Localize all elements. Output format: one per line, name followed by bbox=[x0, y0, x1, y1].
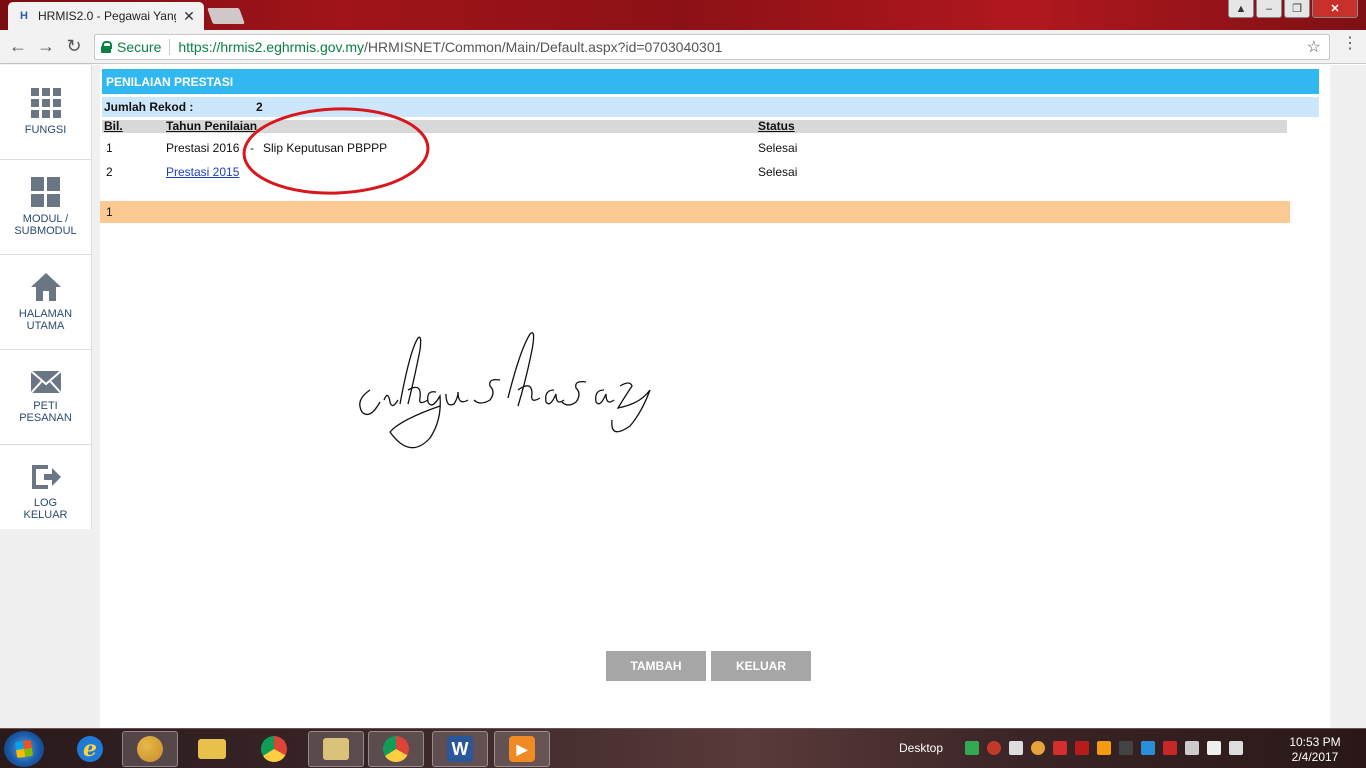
windows-taskbar: e W ▶ Desktop 10:53 PM 2/4/2017 bbox=[0, 728, 1366, 768]
taskbar-paint[interactable] bbox=[122, 731, 178, 767]
app-tray-icon[interactable] bbox=[1119, 741, 1133, 755]
notification-icon[interactable] bbox=[987, 741, 1001, 755]
browser-tab[interactable]: H HRMIS2.0 - Pegawai Yang ✕ bbox=[8, 2, 204, 30]
sidebar: FUNGSI MODUL / SUBMODUL HALAMAN UTAMA PE… bbox=[0, 65, 92, 540]
sidebar-item-label: UTAMA bbox=[26, 320, 65, 332]
grid-icon bbox=[30, 88, 61, 118]
app-tray-icon[interactable] bbox=[1097, 741, 1111, 755]
start-button[interactable] bbox=[4, 731, 44, 767]
sidebar-item-label: FUNGSI bbox=[24, 124, 67, 136]
internet-explorer-icon: e bbox=[77, 736, 103, 762]
clock[interactable]: 10:53 PM 2/4/2017 bbox=[1280, 735, 1350, 765]
clock-time: 10:53 PM bbox=[1289, 735, 1341, 749]
url-path: /HRMISNET/Common/Main/Default.aspx?id=07… bbox=[364, 39, 723, 55]
desktop-toolbar-label[interactable]: Desktop bbox=[899, 741, 943, 755]
lock-icon bbox=[101, 41, 112, 53]
taskbar-files[interactable] bbox=[308, 731, 364, 767]
row-status: Selesai bbox=[758, 165, 798, 179]
app-tray-icon[interactable] bbox=[1075, 741, 1089, 755]
word-icon: W bbox=[447, 736, 473, 762]
media-player-icon: ▶ bbox=[509, 736, 535, 762]
volume-icon[interactable] bbox=[1229, 741, 1243, 755]
sidebar-background bbox=[0, 529, 92, 728]
sidebar-item-halaman-utama[interactable]: HALAMAN UTAMA bbox=[0, 255, 91, 350]
hrmis-favicon-icon: H bbox=[20, 10, 28, 22]
browser-titlebar: H HRMIS2.0 - Pegawai Yang ✕ ▲ – ❐ ✕ bbox=[0, 0, 1366, 30]
tambah-button[interactable]: TAMBAH bbox=[606, 651, 706, 681]
taskbar-ie[interactable]: e bbox=[62, 731, 118, 767]
sidebar-item-label: HALAMAN bbox=[18, 308, 73, 320]
sidebar-item-label: KELUAR bbox=[23, 509, 68, 521]
pager-page-1[interactable]: 1 bbox=[106, 205, 113, 219]
sidebar-item-label: LOG bbox=[33, 497, 58, 509]
logout-icon bbox=[31, 465, 61, 489]
row-tahun-link[interactable]: Prestasi 2015 bbox=[166, 165, 239, 179]
column-header-status[interactable]: Status bbox=[754, 120, 1287, 133]
row-bil: 1 bbox=[106, 141, 113, 155]
page-gutter bbox=[92, 65, 100, 728]
profile-icon[interactable]: ▲ bbox=[1228, 0, 1254, 18]
row-status: Selesai bbox=[758, 141, 798, 155]
keluar-button[interactable]: KELUAR bbox=[711, 651, 811, 681]
browser-menu-icon[interactable]: ⋮ bbox=[1342, 36, 1358, 52]
chrome-icon bbox=[261, 736, 287, 762]
sidebar-item-label: SUBMODUL bbox=[14, 225, 77, 237]
row-bil: 2 bbox=[106, 165, 113, 179]
app-tray-icon[interactable] bbox=[1053, 741, 1067, 755]
bookmark-star-icon[interactable]: ☆ bbox=[1307, 37, 1321, 57]
app-tray-icon[interactable] bbox=[1163, 741, 1177, 755]
sidebar-item-peti-pesanan[interactable]: PETI PESANAN bbox=[0, 350, 91, 445]
forward-icon[interactable]: → bbox=[32, 36, 60, 57]
clock-date: 2/4/2017 bbox=[1291, 750, 1339, 764]
maximize-icon[interactable]: ❐ bbox=[1284, 0, 1310, 18]
back-icon[interactable]: ← bbox=[4, 36, 32, 57]
system-tray bbox=[965, 741, 1243, 755]
secure-label: Secure bbox=[117, 39, 162, 55]
chrome-tray-icon[interactable] bbox=[1031, 741, 1045, 755]
section-title: PENILAIAN PRESTASI bbox=[102, 69, 1319, 94]
minimize-icon[interactable]: – bbox=[1256, 0, 1282, 18]
divider bbox=[169, 39, 171, 55]
taskbar-chrome-active[interactable] bbox=[368, 731, 424, 767]
sidebar-item-fungsi[interactable]: FUNGSI bbox=[0, 65, 91, 160]
tab-title: HRMIS2.0 - Pegawai Yang bbox=[38, 9, 176, 23]
browser-toolbar: ← → ↻ Secure https://hrmis2.eghrmis.gov.… bbox=[0, 30, 1366, 64]
home-icon bbox=[30, 273, 61, 301]
window-controls: ▲ – ❐ ✕ bbox=[1228, 0, 1358, 18]
signal-icon[interactable] bbox=[1009, 741, 1023, 755]
sidebar-item-modul[interactable]: MODUL / SUBMODUL bbox=[0, 160, 91, 255]
folder-icon bbox=[198, 739, 226, 759]
taskbar-word[interactable]: W bbox=[432, 731, 488, 767]
taskbar-chrome[interactable] bbox=[246, 731, 302, 767]
sidebar-item-log-keluar[interactable]: LOG KELUAR bbox=[0, 445, 91, 540]
address-bar[interactable]: Secure https://hrmis2.eghrmis.gov.my/HRM… bbox=[94, 34, 1330, 60]
record-count-label: Jumlah Rekod : bbox=[104, 100, 194, 114]
column-header-bil[interactable]: Bil. bbox=[102, 120, 162, 133]
window-close-icon[interactable]: ✕ bbox=[1312, 0, 1358, 18]
chrome-icon bbox=[383, 736, 409, 762]
taskbar-explorer[interactable] bbox=[184, 731, 240, 767]
drive-icon[interactable] bbox=[965, 741, 979, 755]
main-content: PENILAIAN PRESTASI Jumlah Rekod : 2 Bil.… bbox=[100, 65, 1330, 728]
battery-icon[interactable] bbox=[1185, 741, 1199, 755]
sidebar-item-label: MODUL / bbox=[22, 213, 69, 225]
new-tab-button[interactable] bbox=[207, 8, 245, 24]
modules-grid-icon bbox=[30, 177, 61, 207]
taskbar-media[interactable]: ▶ bbox=[494, 731, 550, 767]
sync-icon[interactable] bbox=[1141, 741, 1155, 755]
reload-icon[interactable]: ↻ bbox=[60, 36, 88, 57]
paint-icon bbox=[137, 736, 163, 762]
url-host: https://hrmis2.eghrmis.gov.my bbox=[178, 39, 365, 55]
signature-watermark bbox=[359, 332, 651, 449]
page-gutter bbox=[1330, 65, 1366, 728]
flag-icon[interactable] bbox=[1207, 741, 1221, 755]
envelope-icon bbox=[29, 370, 62, 394]
row-tahun: Prestasi 2016 bbox=[166, 141, 240, 155]
sidebar-item-label: PESANAN bbox=[19, 412, 72, 424]
sidebar-item-label: PETI bbox=[33, 400, 58, 412]
tab-close-icon[interactable]: ✕ bbox=[182, 8, 196, 25]
red-circle-annotation bbox=[242, 107, 430, 195]
file-manager-icon bbox=[323, 738, 349, 760]
